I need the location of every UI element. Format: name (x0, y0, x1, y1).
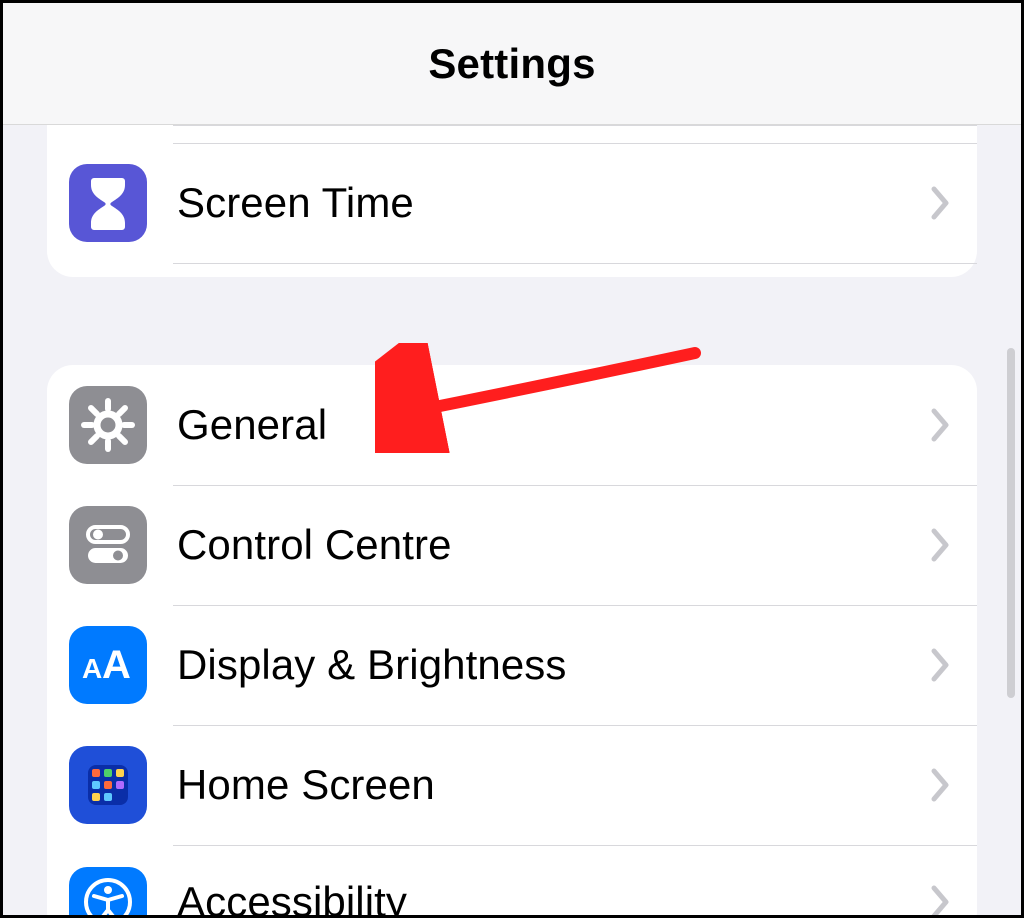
gear-icon (69, 386, 147, 464)
textsize-icon: A A (69, 626, 147, 704)
settings-group-1: Screen Time (47, 125, 977, 277)
chevron-right-icon (931, 528, 951, 562)
row-display-brightness[interactable]: A A Display & Brightness (47, 605, 977, 725)
row-general[interactable]: General (47, 365, 977, 485)
row-control-centre[interactable]: Control Centre (47, 485, 977, 605)
list-divider (47, 125, 977, 143)
settings-group-2: General Control Centre (47, 365, 977, 918)
group-bottom-pad (47, 263, 977, 277)
chevron-right-icon (931, 648, 951, 682)
svg-text:A: A (82, 653, 102, 684)
chevron-right-icon (931, 408, 951, 442)
row-label: Screen Time (177, 179, 931, 227)
scrollbar[interactable] (1007, 348, 1015, 698)
chevron-right-icon (931, 885, 951, 918)
page-title: Settings (428, 40, 595, 88)
accessibility-icon (69, 867, 147, 918)
appgrid-icon (69, 746, 147, 824)
chevron-right-icon (931, 186, 951, 220)
row-screen-time[interactable]: Screen Time (47, 143, 977, 263)
row-label: General (177, 401, 931, 449)
chevron-right-icon (931, 768, 951, 802)
hourglass-icon (69, 164, 147, 242)
row-label: Accessibility (177, 878, 931, 918)
navbar: Settings (3, 3, 1021, 125)
row-label: Control Centre (177, 521, 931, 569)
row-accessibility[interactable]: Accessibility (47, 845, 977, 918)
row-label: Display & Brightness (177, 641, 931, 689)
settings-list[interactable]: Screen Time (3, 125, 1021, 915)
row-home-screen[interactable]: Home Screen (47, 725, 977, 845)
row-label: Home Screen (177, 761, 931, 809)
settings-screen: Settings Screen Time (0, 0, 1024, 918)
svg-text:A: A (102, 643, 131, 687)
switches-icon (69, 506, 147, 584)
